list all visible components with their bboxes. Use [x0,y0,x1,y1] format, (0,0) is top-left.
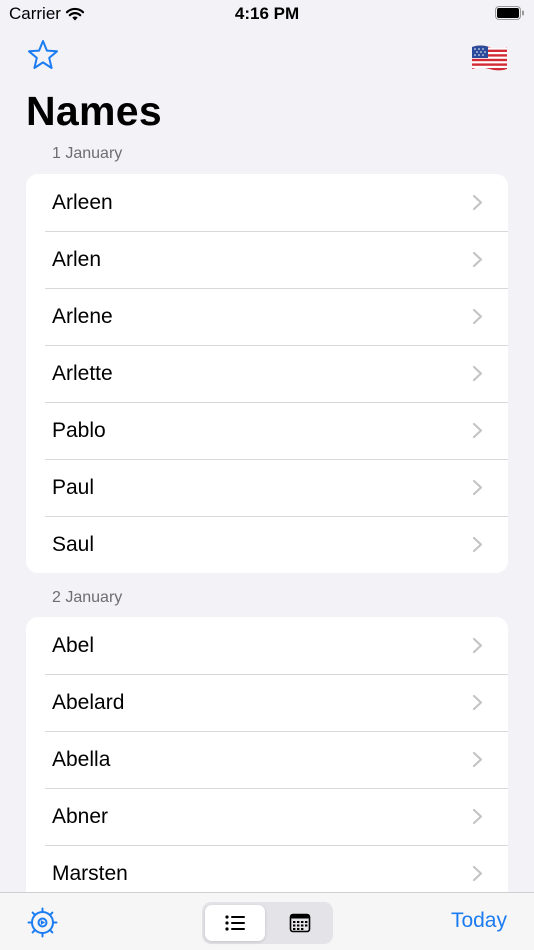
name-label: Saul [52,532,95,556]
name-label: Paul [52,475,95,499]
name-label: Arlen [52,247,102,271]
app-screen: Carrier 4:16 PM Names 1 January Arleen A… [0,0,534,950]
name-row[interactable]: Abner [26,788,508,845]
segment-calendar[interactable] [270,905,330,941]
name-label: Arlette [52,361,113,385]
chevron-right-icon [472,536,483,553]
status-bar: Carrier 4:16 PM [0,0,534,28]
name-row[interactable]: Paul [26,459,508,516]
today-button[interactable]: Today [451,909,507,933]
section-header: 2 January [52,589,123,606]
view-mode-segmented-control [202,902,333,944]
name-list-group: Arleen Arlen Arlene Arlette Pablo Paul S… [26,174,508,573]
chevron-right-icon [472,365,483,382]
chevron-right-icon [472,422,483,439]
name-row[interactable]: Arlen [26,231,508,288]
page-title: Names [26,88,162,134]
name-label: Pablo [52,418,106,442]
segment-list[interactable] [205,905,265,941]
star-icon[interactable] [26,38,60,72]
bottom-toolbar: Today [0,892,534,950]
chevron-right-icon [472,865,483,882]
chevron-right-icon [472,808,483,825]
name-row[interactable]: Abelard [26,674,508,731]
name-row[interactable]: Arlette [26,345,508,402]
name-label: Arleen [52,190,113,214]
name-row[interactable]: Arleen [26,174,508,231]
name-row[interactable]: Abel [26,617,508,674]
calendar-icon [289,913,311,933]
battery-icon [495,6,524,20]
name-label: Abelard [52,690,125,714]
name-label: Abella [52,747,111,771]
section-header: 1 January [52,145,123,162]
list-icon [225,915,245,931]
chevron-right-icon [472,637,483,654]
gear-icon[interactable] [26,906,59,939]
chevron-right-icon [472,694,483,711]
chevron-right-icon [472,194,483,211]
name-label: Marsten [52,861,128,885]
name-row[interactable]: Abella [26,731,508,788]
us-flag-icon[interactable] [471,44,508,72]
name-label: Abner [52,804,109,828]
status-time: 4:16 PM [234,4,300,23]
name-row[interactable]: Pablo [26,402,508,459]
name-row[interactable]: Arlene [26,288,508,345]
chevron-right-icon [472,308,483,325]
name-label: Arlene [52,304,113,328]
name-row[interactable]: Saul [26,516,508,573]
chevron-right-icon [472,479,483,496]
chevron-right-icon [472,751,483,768]
name-label: Abel [52,633,95,657]
name-list-group: Abel Abelard Abella Abner Marsten [26,617,508,902]
chevron-right-icon [472,251,483,268]
